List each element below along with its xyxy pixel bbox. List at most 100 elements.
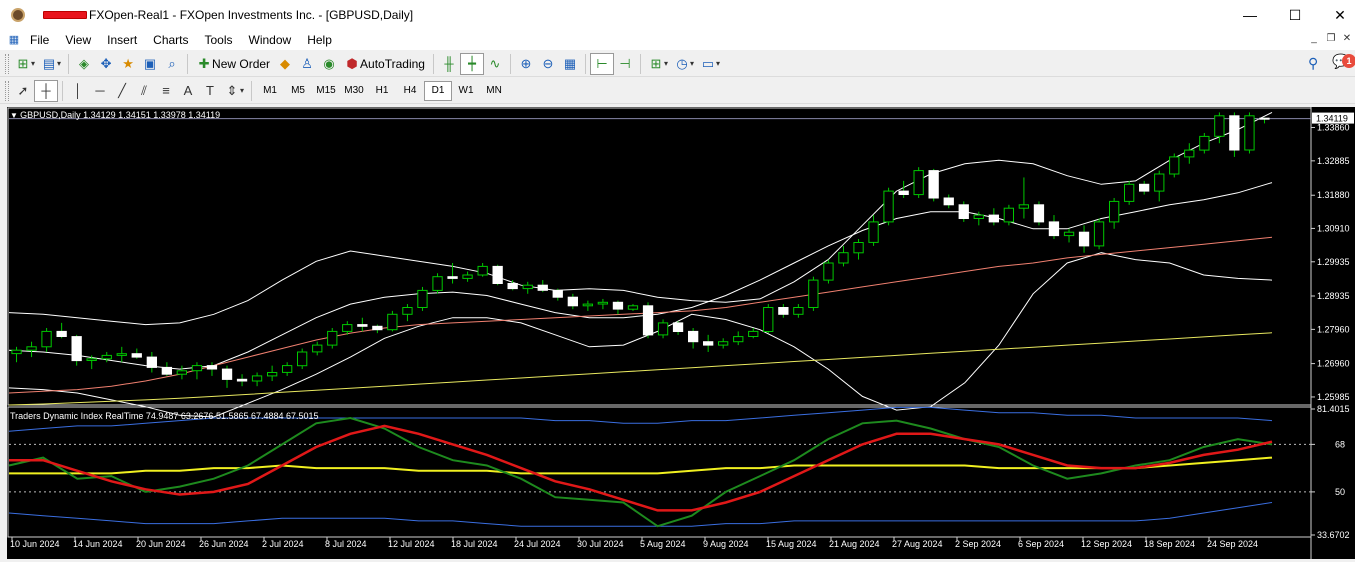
mdi-minimize-icon[interactable]: _: [1306, 33, 1322, 44]
y-tick-label: 1.25985: [1317, 392, 1350, 402]
tile-windows-button[interactable]: ▦: [559, 53, 581, 75]
chart-menu-triangle-icon: ▼: [10, 111, 20, 120]
close-button[interactable]: ✕: [1317, 0, 1355, 30]
menu-window[interactable]: Window: [241, 30, 300, 50]
timeframe-h1[interactable]: H1: [368, 81, 396, 101]
terminal-button[interactable]: ▣: [139, 53, 161, 75]
x-tick-label: 20 Jun 2024: [136, 539, 186, 549]
candle: [297, 348, 308, 370]
mdi-close-icon[interactable]: ✕: [1339, 33, 1355, 44]
horizontal-line-tool[interactable]: ─: [89, 80, 111, 102]
indicator-header: Traders Dynamic Index RealTime 74.9487 6…: [10, 411, 319, 421]
timeframe-m1[interactable]: M1: [256, 81, 284, 101]
fibonacci-tool[interactable]: ≡: [155, 80, 177, 102]
text-tool[interactable]: A: [177, 80, 199, 102]
channel-tool[interactable]: ⫽: [133, 80, 155, 102]
menu-tools[interactable]: Tools: [197, 30, 241, 50]
candle: [432, 273, 443, 294]
autotrading-button[interactable]: ⬢ AutoTrading: [340, 53, 429, 75]
menu-insert[interactable]: Insert: [99, 30, 145, 50]
y-tick-label: 1.30910: [1317, 223, 1350, 233]
crosshair-tool[interactable]: ┼: [34, 79, 58, 102]
menu-charts[interactable]: Charts: [145, 30, 196, 50]
timeframe-m5[interactable]: M5: [284, 81, 312, 101]
chart-header-text: GBPUSD,Daily 1.34129 1.34151 1.33978 1.3…: [20, 110, 220, 120]
trendline-tool[interactable]: ╱: [111, 80, 133, 102]
chart-shift-button[interactable]: ⊣: [614, 53, 636, 75]
chart-header: ▼ GBPUSD,Daily 1.34129 1.34151 1.33978 1…: [10, 110, 220, 120]
x-tick-label: 5 Aug 2024: [640, 539, 686, 549]
periods-button[interactable]: ◷ ▾: [671, 53, 697, 75]
app-logo-icon: [11, 8, 25, 22]
candle: [492, 264, 503, 286]
minimize-button[interactable]: —: [1227, 0, 1273, 30]
signals-button[interactable]: ◉: [318, 53, 340, 75]
x-tick-label: 24 Jul 2024: [514, 539, 561, 549]
menu-file[interactable]: File: [22, 30, 57, 50]
tdi-tick-label: 33.6702: [1317, 530, 1350, 540]
notifications-button[interactable]: 💬 1: [1332, 53, 1355, 75]
timeframe-h4[interactable]: H4: [396, 81, 424, 101]
auto-scroll-button[interactable]: ⊢: [589, 52, 614, 75]
data-window-button[interactable]: ✥: [95, 53, 117, 75]
x-tick-label: 6 Sep 2024: [1018, 539, 1064, 549]
bar-chart-button[interactable]: ╫: [438, 53, 460, 75]
cursor-tool[interactable]: ➚: [12, 80, 34, 102]
timeframe-m15[interactable]: M15: [312, 81, 340, 101]
profiles-button[interactable]: ▤ ▾: [38, 53, 64, 75]
candle: [1093, 218, 1105, 250]
indicators-button[interactable]: ⊞ ▾: [645, 53, 671, 75]
timeframe-m30[interactable]: M30: [340, 81, 368, 101]
candlestick-button[interactable]: ┿: [459, 52, 484, 75]
chart-window[interactable]: 1.33860 1.32885 1.31880 1.30910 1.29935 1.289…: [7, 107, 1355, 559]
zoom-in-button[interactable]: ⊕: [515, 53, 537, 75]
new-order-icon: ✚: [198, 55, 210, 71]
x-tick-label: 18 Jul 2024: [451, 539, 498, 549]
navigator-button[interactable]: ★: [117, 53, 139, 75]
window-title: FXOpen-Real1 - FXOpen Investments Inc. -…: [89, 8, 414, 22]
metaeditor-button[interactable]: ◆: [274, 53, 296, 75]
x-tick-label: 12 Sep 2024: [1081, 539, 1132, 549]
market-watch-button[interactable]: ◈: [73, 53, 95, 75]
candle: [1169, 153, 1180, 178]
line-chart-button[interactable]: ∿: [484, 53, 506, 75]
timeframe-d1[interactable]: D1: [424, 80, 453, 101]
tdi-tick-label: 68: [1335, 439, 1345, 449]
menu-help[interactable]: Help: [299, 30, 340, 50]
x-tick-label: 9 Aug 2024: [703, 539, 749, 549]
candle: [1199, 132, 1210, 154]
arrows-tool[interactable]: ⇕ ▾: [221, 80, 247, 102]
templates-button[interactable]: ▭ ▾: [697, 53, 723, 75]
search-icon[interactable]: ⚲: [1308, 55, 1318, 72]
chart-canvas[interactable]: 1.33860 1.32885 1.31880 1.30910 1.29935 1.289…: [7, 107, 1355, 559]
new-chart-button[interactable]: ⊞ ▾: [12, 53, 38, 75]
x-tick-label: 2 Sep 2024: [955, 539, 1001, 549]
candle: [808, 276, 819, 311]
vertical-line-tool[interactable]: │: [67, 80, 89, 102]
new-order-button[interactable]: ✚ New Order: [192, 53, 274, 75]
zoom-out-button[interactable]: ⊖: [537, 53, 559, 75]
mdi-restore-icon[interactable]: ❐: [1323, 33, 1339, 44]
timeframe-w1[interactable]: W1: [452, 81, 480, 101]
strategy-tester-button[interactable]: ⌕: [161, 53, 183, 75]
candle: [823, 259, 834, 284]
tdi-tick-label: 50: [1335, 487, 1345, 497]
maximize-button[interactable]: ☐: [1272, 0, 1318, 30]
accounts-button[interactable]: ♙: [296, 53, 318, 75]
candle: [417, 286, 428, 311]
autotrading-icon: ⬢: [346, 55, 358, 71]
title-bar: FXOpen-Real1 - FXOpen Investments Inc. -…: [0, 0, 1355, 30]
toolbar-grip[interactable]: [5, 80, 9, 101]
timeframe-mn[interactable]: MN: [480, 81, 508, 101]
menu-view[interactable]: View: [57, 30, 99, 50]
toolbar-grip[interactable]: [5, 53, 9, 74]
candle: [913, 167, 924, 198]
notification-badge: 1: [1342, 54, 1355, 68]
x-tick-label: 26 Jun 2024: [199, 539, 249, 549]
x-tick-label: 30 Jul 2024: [577, 539, 624, 549]
chart-window-icon[interactable]: ▦: [6, 32, 22, 48]
candle: [1124, 180, 1135, 205]
text-label-tool[interactable]: T: [199, 80, 221, 102]
candle: [958, 201, 969, 222]
redacted-account: [43, 11, 87, 19]
